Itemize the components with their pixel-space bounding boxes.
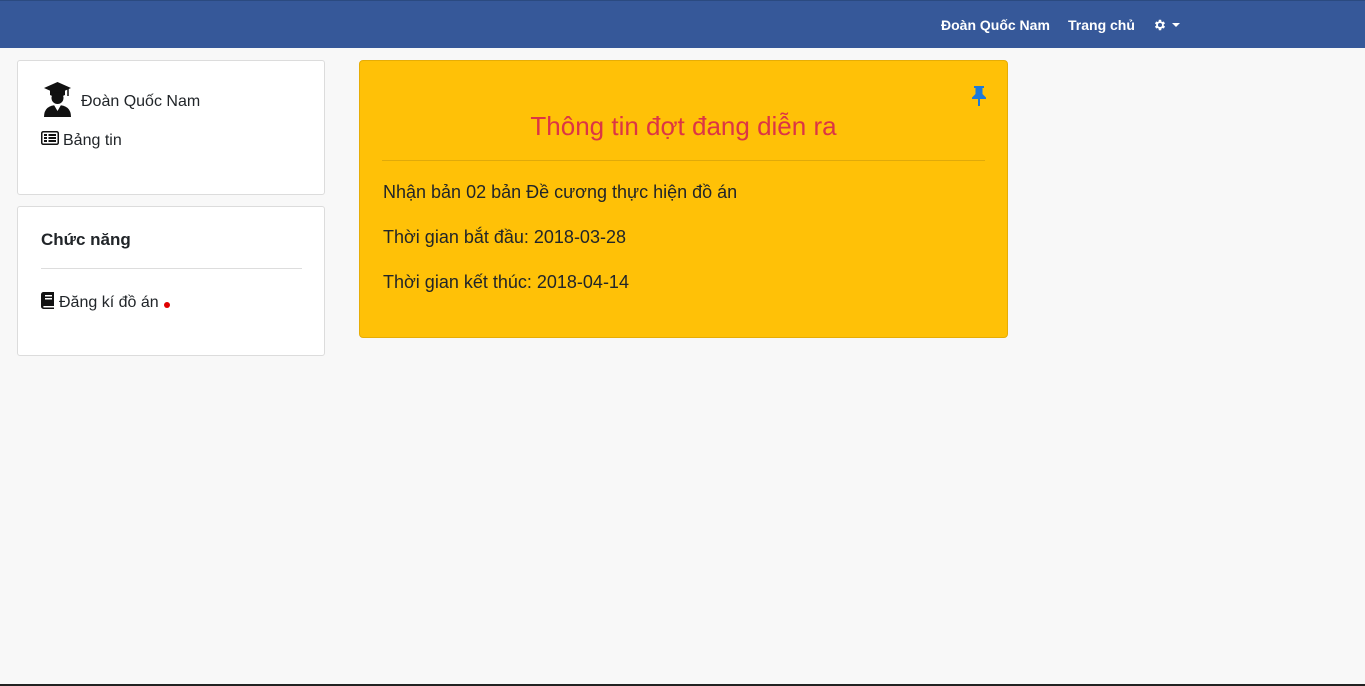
sidebar-item-register-project[interactable]: Đăng kí đồ án xyxy=(41,292,170,314)
sidebar-item-register-project-label: Đăng kí đồ án xyxy=(59,294,159,311)
profile-name: Đoàn Quốc Nam xyxy=(81,92,201,110)
profile-header: Đoàn Quốc Nam xyxy=(42,81,200,122)
sidebar-item-news[interactable]: Bảng tin xyxy=(41,131,122,150)
panel-description: Nhận bản 02 bản Đề cương thực hiện đồ án xyxy=(383,182,738,202)
functions-divider xyxy=(41,268,302,269)
panel-title: Thông tin đợt đang diễn ra xyxy=(530,111,837,141)
pin-icon[interactable] xyxy=(971,86,987,111)
top-navbar: Đoàn Quốc Nam Trang chủ xyxy=(0,0,1365,48)
functions-card: Chức năng Đăng kí đồ án xyxy=(17,206,325,356)
nav-home-label: Trang chủ xyxy=(1068,16,1135,33)
functions-title: Chức năng xyxy=(41,230,131,249)
gear-icon xyxy=(1153,18,1167,32)
notification-dot xyxy=(163,302,170,308)
current-round-panel: Thông tin đợt đang diễn ra Nhận bản 02 b… xyxy=(359,60,1008,338)
settings-dropdown[interactable] xyxy=(1153,1,1180,48)
sidebar-item-news-label: Bảng tin xyxy=(63,131,122,149)
nav-home-link[interactable]: Trang chủ xyxy=(1068,1,1135,48)
list-icon xyxy=(41,131,59,150)
panel-start-date: Thời gian bắt đầu: 2018-03-28 xyxy=(383,227,626,247)
chevron-down-icon xyxy=(1172,23,1180,27)
graduate-user-icon xyxy=(42,81,73,122)
profile-card: Đoàn Quốc Nam Bảng tin xyxy=(17,60,325,195)
panel-end-date: Thời gian kết thúc: 2018-04-14 xyxy=(383,272,629,292)
nav-user-name-label: Đoàn Quốc Nam xyxy=(941,16,1050,33)
panel-divider xyxy=(382,160,985,161)
nav-user-name[interactable]: Đoàn Quốc Nam xyxy=(941,1,1050,48)
book-icon xyxy=(41,292,55,314)
